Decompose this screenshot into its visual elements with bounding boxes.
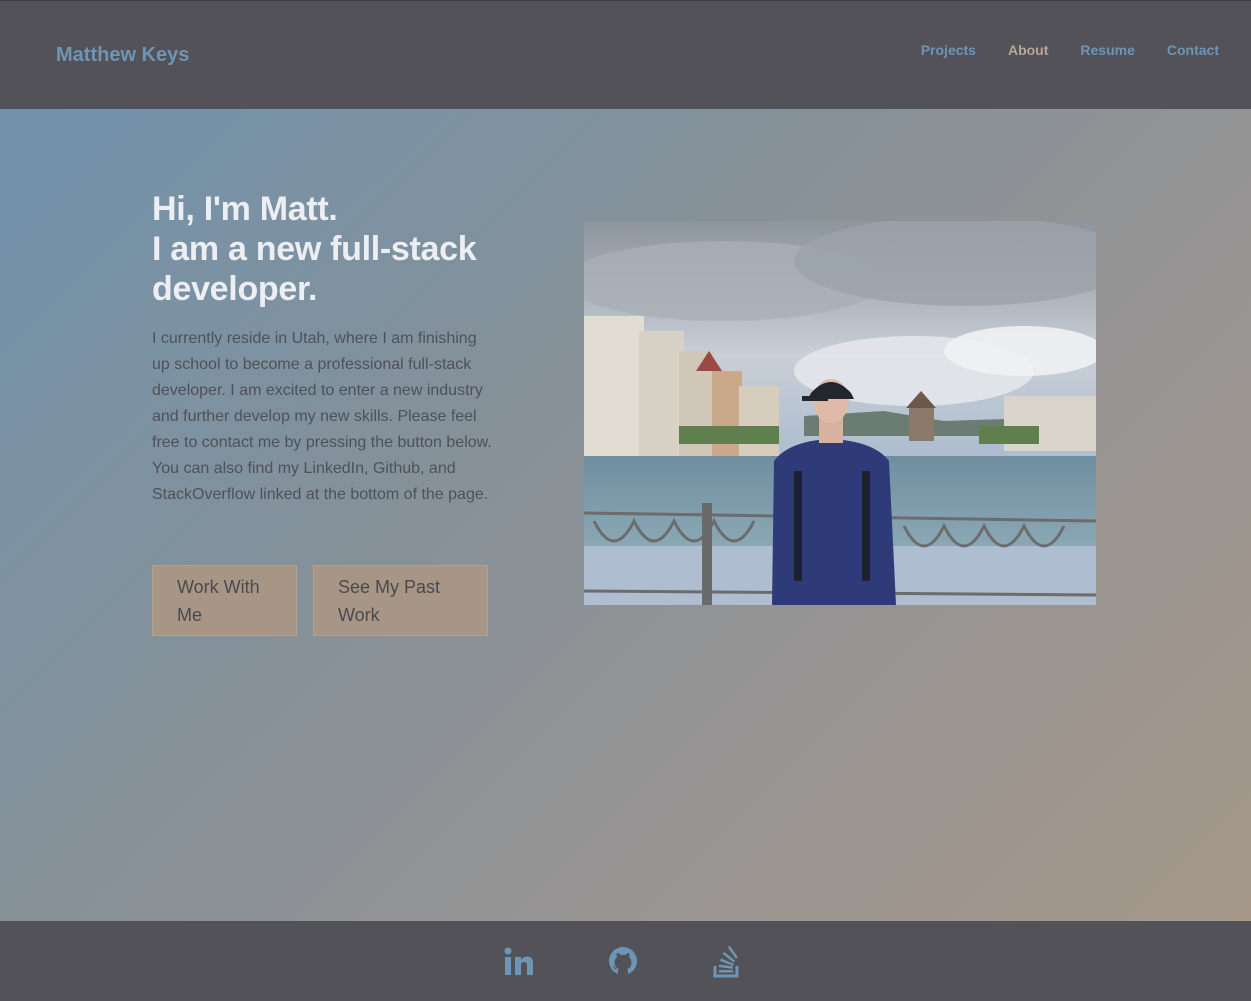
profile-photo-illustration <box>584 221 1096 605</box>
brand-logo-link[interactable]: Matthew Keys <box>56 44 189 67</box>
nav-link-resume[interactable]: Resume <box>1080 42 1134 58</box>
see-past-work-button[interactable]: See My Past Work <box>313 565 488 636</box>
nav-link-projects[interactable]: Projects <box>921 42 976 58</box>
nav-link-about[interactable]: About <box>1008 42 1048 58</box>
headline-greeting: Hi, I'm Matt. <box>152 190 338 228</box>
hero-bio: I currently reside in Utah, where I am f… <box>152 330 492 503</box>
main-nav: Projects About Resume Contact <box>921 42 1219 58</box>
nav-link-contact[interactable]: Contact <box>1167 42 1219 58</box>
stackoverflow-icon[interactable] <box>710 945 744 979</box>
footer <box>0 921 1251 1001</box>
linkedin-icon[interactable] <box>502 945 536 979</box>
profile-photo <box>584 221 1096 605</box>
top-navbar: Matthew Keys Projects About Resume Conta… <box>0 0 1251 109</box>
hero-headline: Hi, I'm Matt. I am a new full-stack deve… <box>152 189 512 309</box>
work-with-me-button[interactable]: Work With Me <box>152 565 297 636</box>
hero-section: Hi, I'm Matt. I am a new full-stack deve… <box>0 109 1251 921</box>
headline-role: I am a new full-stack developer. <box>152 230 477 308</box>
github-icon[interactable] <box>606 945 640 979</box>
